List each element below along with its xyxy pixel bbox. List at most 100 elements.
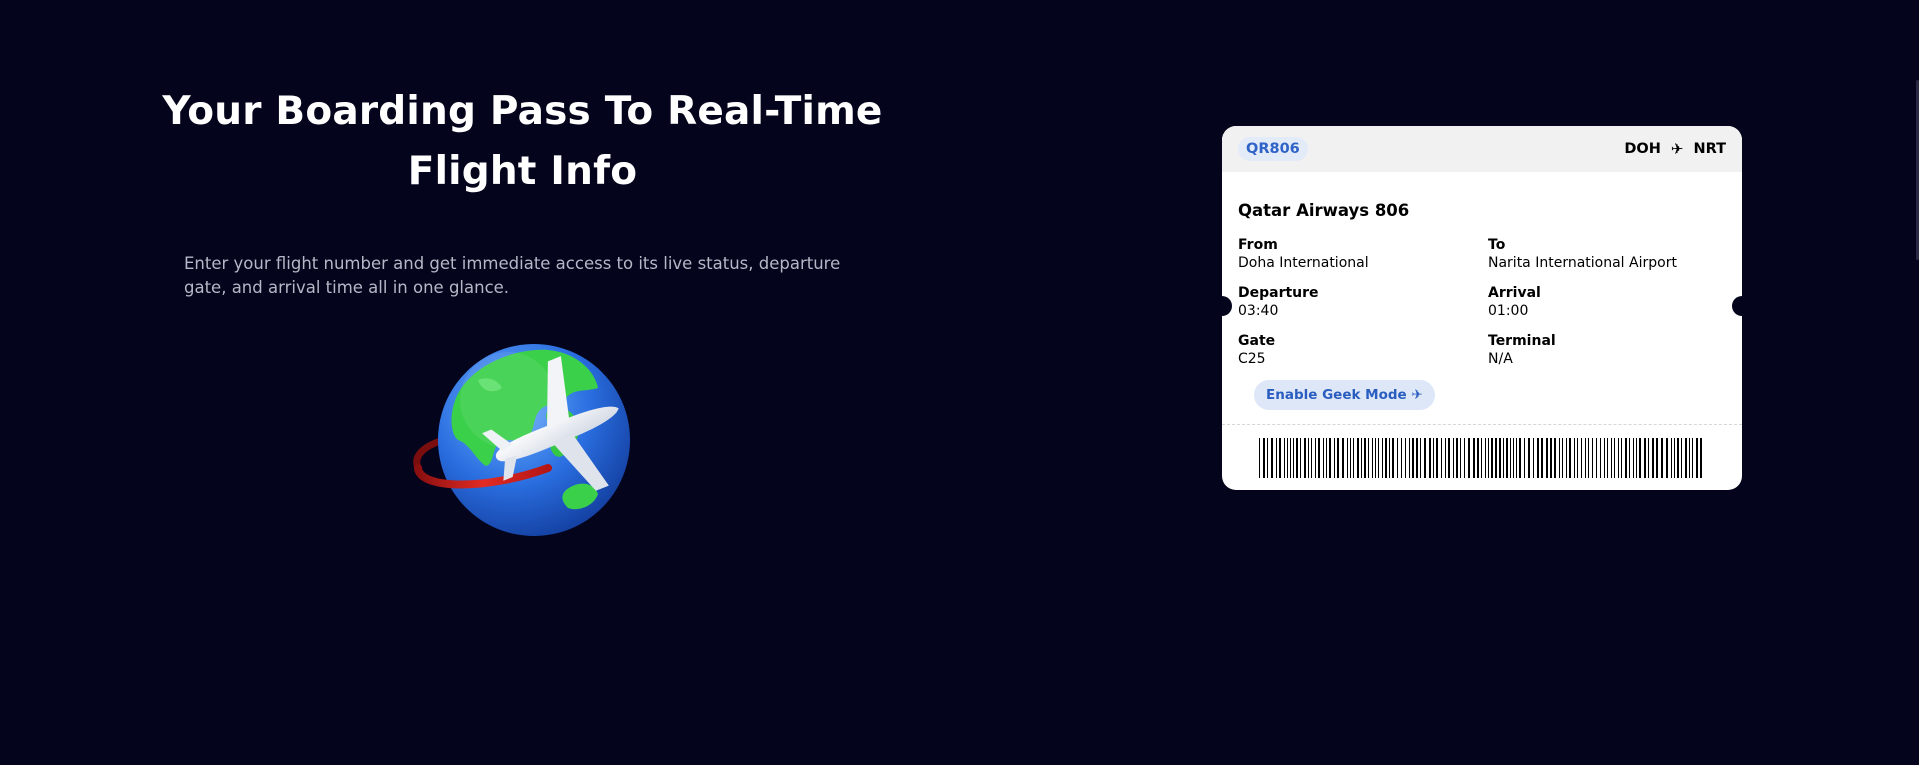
barcode-bar (1342, 438, 1344, 478)
barcode-bar (1629, 438, 1630, 478)
enable-geek-mode-button[interactable]: Enable Geek Mode ✈ (1254, 380, 1435, 410)
barcode-bar (1562, 438, 1563, 478)
barcode-bar (1293, 438, 1294, 478)
barcode-bar (1674, 438, 1675, 478)
barcode-bar (1488, 438, 1489, 478)
barcode-bar (1357, 438, 1359, 478)
barcode-bar (1581, 438, 1582, 478)
barcode-bar (1588, 438, 1589, 478)
boarding-pass-card: QR806 DOH ✈ NRT Qatar Airways 806 From D… (1212, 126, 1752, 490)
barcode-bar (1409, 438, 1410, 478)
barcode-bar (1607, 438, 1608, 478)
barcode-bar (1464, 438, 1465, 478)
to-field: To Narita International Airport (1488, 236, 1677, 272)
barcode-bar (1412, 438, 1414, 478)
barcode-bar (1372, 438, 1373, 478)
barcode-bar (1456, 438, 1458, 478)
barcode-bar (1296, 438, 1298, 478)
departure-label: Departure (1238, 285, 1319, 301)
arrival-value: 01:00 (1488, 303, 1529, 319)
barcode-bar (1528, 438, 1530, 478)
barcode-bar (1585, 438, 1586, 478)
barcode-bar (1445, 438, 1446, 478)
departure-value: 03:40 (1238, 303, 1279, 319)
barcode-bar (1611, 438, 1612, 478)
barcode-bar (1436, 438, 1438, 478)
barcode-bar (1656, 438, 1658, 478)
barcode-bar (1267, 438, 1268, 478)
barcode-bar (1368, 438, 1369, 478)
barcode-bar (1685, 438, 1687, 478)
barcode-bar (1618, 438, 1619, 478)
flight-code-badge: QR806 (1238, 137, 1308, 161)
barcode-bar (1337, 438, 1339, 478)
terminal-label: Terminal (1488, 333, 1556, 349)
to-label: To (1488, 237, 1506, 253)
page-title: Your Boarding Pass To Real-Time Flight I… (150, 82, 895, 202)
barcode-bar (1681, 438, 1682, 478)
barcode-bar (1506, 438, 1508, 478)
barcode-bar (1574, 438, 1575, 478)
barcode-bar (1385, 438, 1387, 478)
departure-field: Departure 03:40 (1238, 284, 1319, 320)
arrival-label: Arrival (1488, 285, 1541, 301)
barcode-bar (1541, 438, 1543, 478)
barcode-bar (1614, 438, 1615, 478)
barcode-bar (1666, 438, 1668, 478)
barcode-bar (1361, 438, 1362, 478)
barcode-bar (1263, 438, 1265, 478)
barcode-bar (1569, 438, 1571, 478)
barcode-bar (1326, 438, 1327, 478)
barcode-bar (1604, 438, 1605, 478)
from-label: From (1238, 237, 1278, 253)
barcode-bar (1495, 438, 1497, 478)
barcode-bar (1308, 438, 1309, 478)
terminal-value: N/A (1488, 351, 1513, 367)
barcode-bar (1566, 438, 1567, 478)
barcode-bar (1389, 438, 1390, 478)
barcode-bar (1503, 438, 1504, 478)
barcode-bar (1279, 438, 1281, 478)
barcode-bar (1375, 438, 1376, 478)
barcode-bar (1405, 438, 1406, 478)
barcode-bar (1639, 438, 1641, 478)
barcode-bar (1448, 438, 1450, 478)
barcode-bar (1600, 438, 1601, 478)
boarding-pass-header: QR806 DOH ✈ NRT (1222, 126, 1742, 172)
ticket-notch-left (1212, 296, 1232, 316)
barcode-bar (1420, 438, 1421, 478)
barcode-bar (1671, 438, 1672, 478)
barcode-bar (1700, 438, 1702, 478)
barcode-bar (1382, 438, 1383, 478)
plane-icon: ✈ (1670, 140, 1684, 158)
hero-section: Your Boarding Pass To Real-Time Flight I… (150, 82, 895, 297)
page-title-line-1: Your Boarding Pass To Real-Time (162, 89, 883, 134)
airline-flight-title: Qatar Airways 806 (1238, 201, 1410, 220)
barcode-bar (1347, 438, 1348, 478)
barcode-bar (1510, 438, 1511, 478)
barcode-bar (1554, 438, 1556, 478)
barcode-bar (1276, 438, 1277, 478)
arrival-field: Arrival 01:00 (1488, 284, 1541, 320)
gate-label: Gate (1238, 333, 1276, 349)
globe-plane-illustration (398, 340, 648, 540)
barcode-bar (1453, 438, 1454, 478)
gate-value: C25 (1238, 351, 1266, 367)
barcode-bar (1401, 438, 1402, 478)
destination-code: NRT (1693, 141, 1726, 157)
barcode-bar (1287, 438, 1288, 478)
barcode-bar (1633, 438, 1634, 478)
barcode-bar (1559, 438, 1560, 478)
barcode-bar (1364, 438, 1366, 478)
barcode-bar (1271, 438, 1273, 478)
barcode-bar (1533, 438, 1534, 478)
barcode-bar (1537, 438, 1539, 478)
barcode-bar (1499, 438, 1501, 478)
barcode-bar (1424, 438, 1426, 478)
barcode-bar (1652, 438, 1654, 478)
barcode-bar (1323, 438, 1324, 478)
barcode-bar (1689, 438, 1690, 478)
barcode-bar (1329, 438, 1331, 478)
from-value: Doha International (1238, 255, 1369, 271)
globe-icon (413, 344, 630, 536)
